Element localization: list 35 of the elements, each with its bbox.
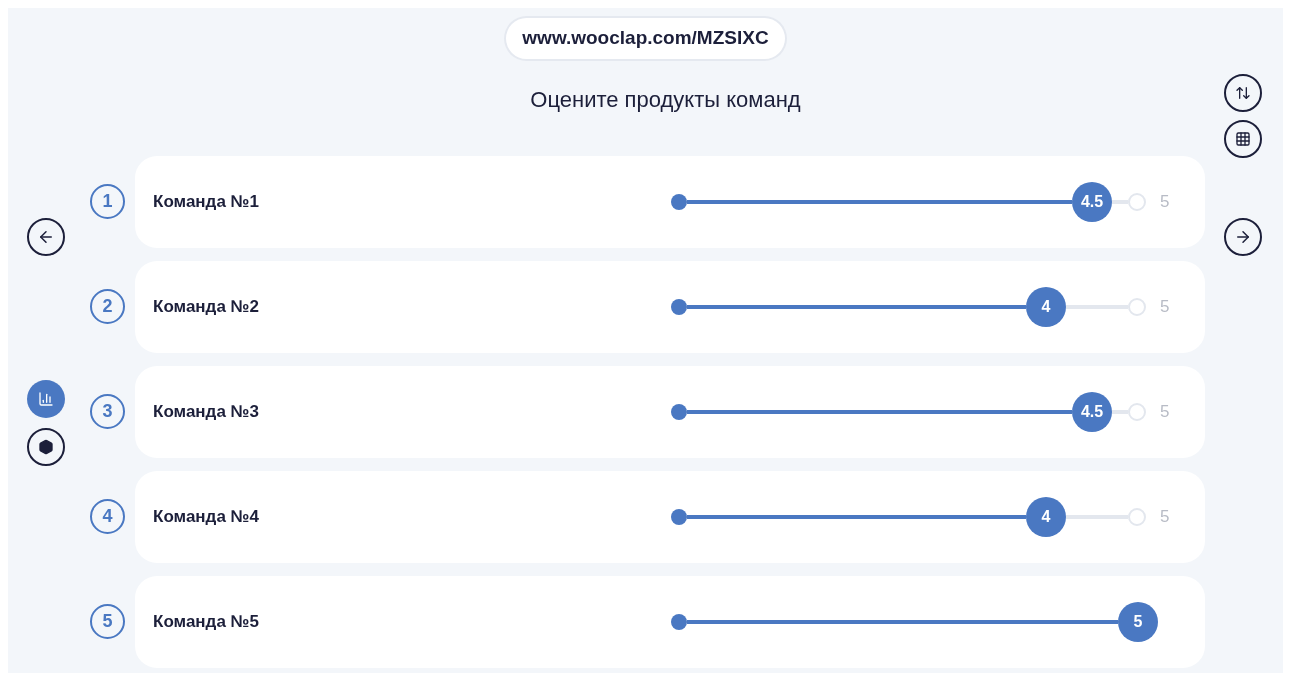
sort-button[interactable] [1224,73,1262,112]
max-label: 5 [1160,190,1170,213]
slider-thumb: 4.5 [1072,391,1112,432]
chart-view-button[interactable] [26,379,65,418]
slider-track [1066,514,1128,519]
slider-track [1066,304,1128,309]
team-name: Команда №1 [153,190,260,213]
grid-button[interactable] [1224,119,1262,158]
max-label: 5 [1160,400,1170,423]
back-button[interactable] [26,217,65,256]
row-number: 3 [90,394,125,429]
question-title: Оцените продукты команд [530,85,801,114]
next-button[interactable] [1224,217,1262,256]
hexagon-view-button[interactable] [26,427,65,466]
team-name: Команда №5 [153,610,260,633]
team-name: Команда №3 [153,400,260,423]
slider-track [1112,409,1128,414]
team-name: Команда №4 [153,505,260,528]
bar-chart-icon [37,390,54,407]
up-down-arrows-icon [1235,84,1251,101]
slider-thumb: 4 [1026,496,1066,537]
slider-thumb: 4 [1026,286,1066,327]
slider-thumb: 4.5 [1072,181,1112,222]
row-number: 4 [90,499,125,534]
team-name: Команда №2 [153,295,260,318]
row-number: 1 [90,184,125,219]
row-number: 2 [90,289,125,324]
url-pill: www.wooclap.com/MZSIXC [506,18,785,59]
max-label: 5 [1160,505,1170,528]
slider-thumb: 5 [1118,601,1158,642]
grid-icon [1235,130,1251,147]
slider-track [1112,199,1128,204]
hexagon-icon [37,438,54,455]
row-number: 5 [90,604,125,639]
max-label: 5 [1160,295,1170,318]
